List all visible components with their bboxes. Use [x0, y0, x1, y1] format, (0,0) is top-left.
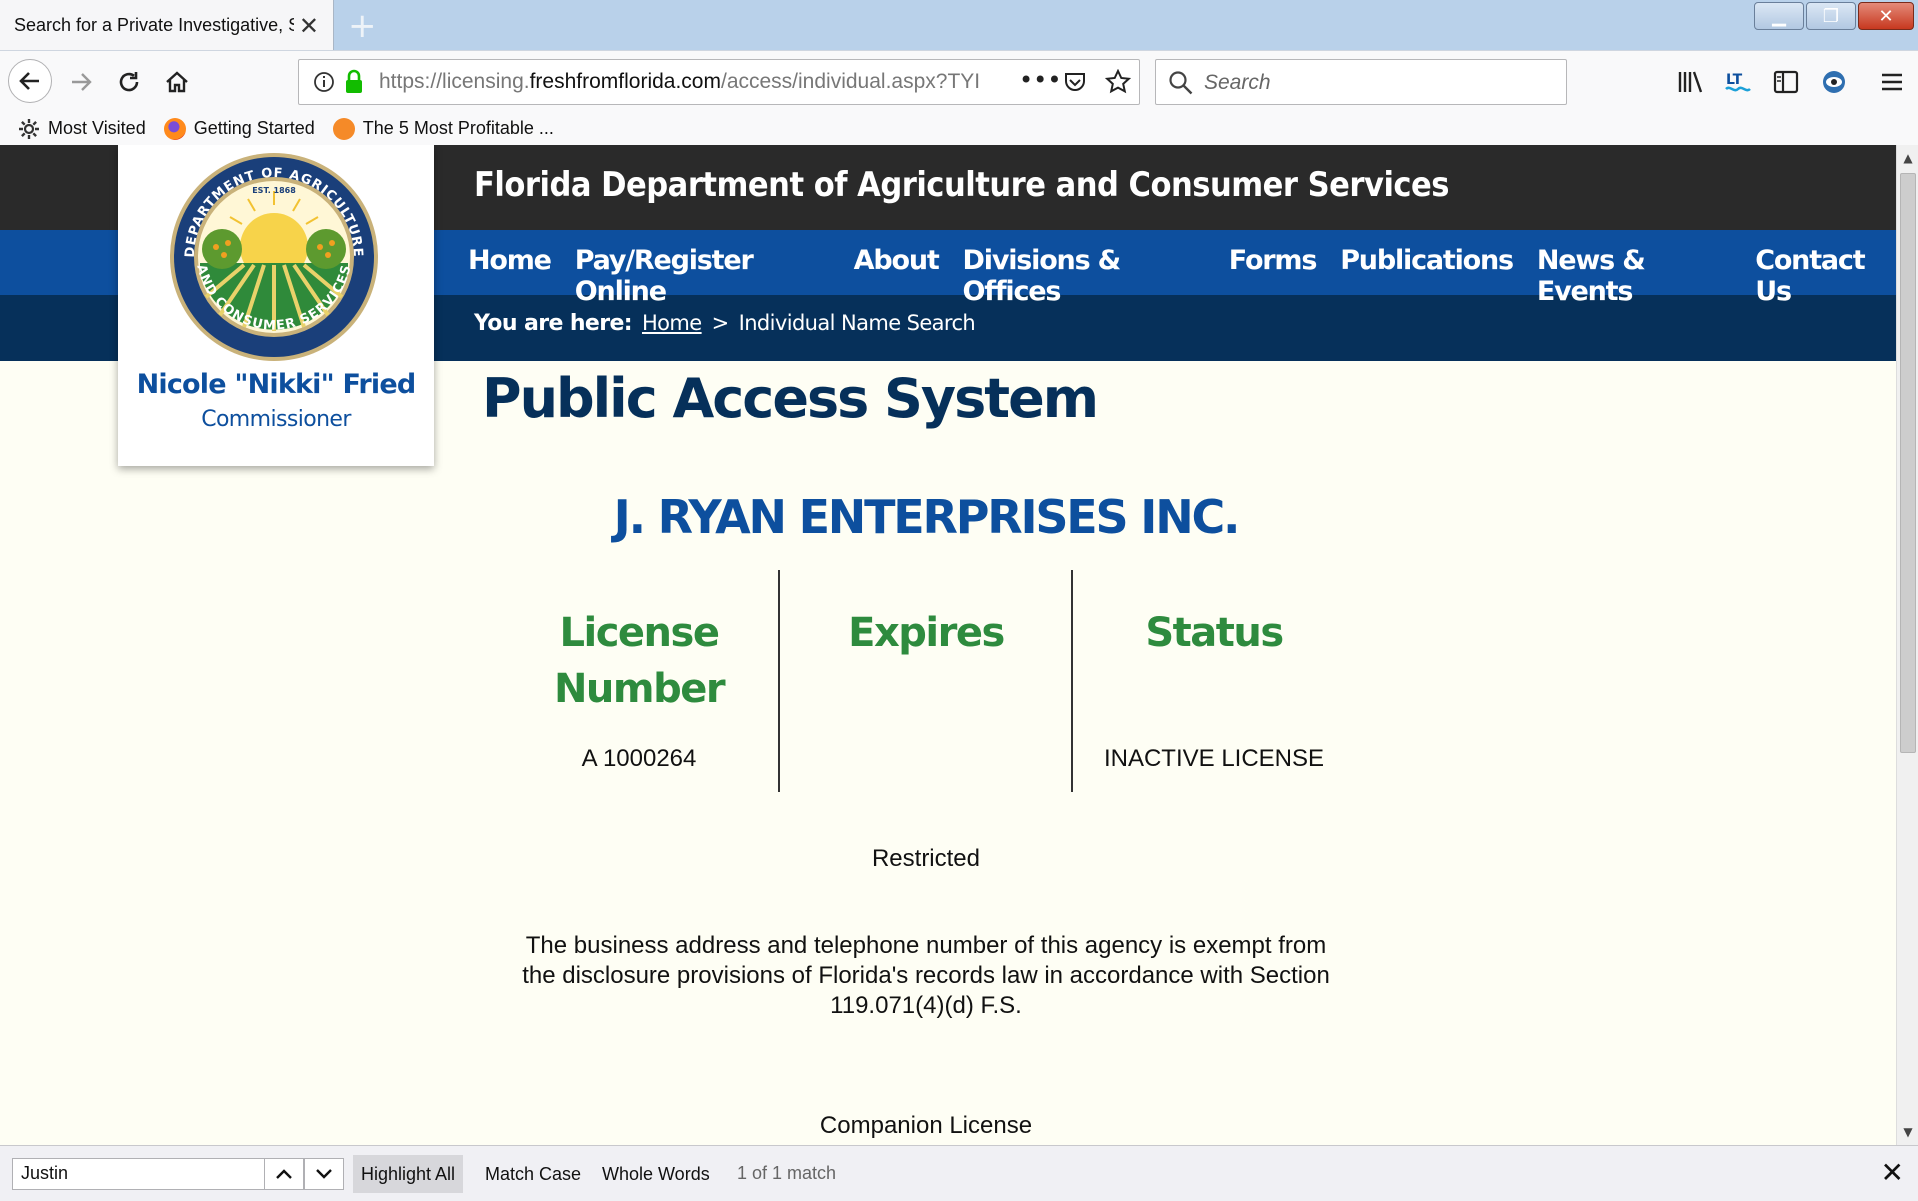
reload-icon: [119, 72, 139, 92]
restricted-text: Restricted: [871, 845, 981, 872]
vertical-scrollbar[interactable]: ▲ ▼: [1896, 145, 1918, 1145]
header-line: Number: [553, 666, 726, 712]
bookmark-label: The 5 Most Profitable ...: [362, 118, 554, 138]
search-bar[interactable]: Search: [1155, 59, 1567, 105]
search-placeholder: Search: [1204, 71, 1271, 94]
find-bar: Justin Highlight All Match Case Whole Wo…: [0, 1145, 1918, 1201]
menu-contact-us[interactable]: Contact Us: [1755, 245, 1896, 307]
menu-publications[interactable]: Publications: [1340, 245, 1514, 307]
bookmark-star-icon[interactable]: [1105, 69, 1131, 95]
scroll-down-icon[interactable]: ▼: [1897, 1125, 1918, 1139]
business-name: J. RYAN ENTERPRISES INC.: [613, 490, 1241, 544]
companion-license-heading: Companion License: [819, 1112, 1033, 1139]
bookmark-most-profitable[interactable]: The 5 Most Profitable ...: [332, 117, 554, 140]
firefox-icon: [163, 117, 186, 140]
web-page: Florida Department of Agriculture and Co…: [0, 145, 1896, 1145]
minimize-button[interactable]: ▁: [1754, 2, 1804, 30]
sidebar-icon[interactable]: [1768, 63, 1804, 101]
forward-button[interactable]: [64, 63, 98, 101]
back-button[interactable]: [8, 59, 52, 103]
menu-about[interactable]: About: [854, 245, 940, 307]
window-titlebar: Search for a Private Investigative, Se ✕…: [0, 0, 1918, 51]
svg-text:LT: LT: [1726, 72, 1743, 88]
navigation-toolbar: https://licensing.freshfromflorida.com/a…: [0, 50, 1918, 112]
home-icon: [166, 71, 188, 93]
column-divider: [778, 570, 780, 792]
url-text[interactable]: https://licensing.freshfromflorida.com/a…: [379, 70, 979, 94]
commissioner-card: DEPARTMENT OF AGRICULTURE AND CONSUMER S…: [118, 145, 434, 466]
breadcrumb: You are here: Home > Individual Name Sea…: [474, 311, 976, 336]
breadcrumb-current: Individual Name Search: [738, 311, 976, 335]
bookmark-label: Most Visited: [48, 118, 146, 138]
expires-header: Expires: [848, 610, 1005, 656]
url-domain: freshfromflorida.com: [529, 70, 721, 93]
license-number-value: A 1000264: [581, 745, 697, 772]
bookmarks-toolbar: Most Visited Getting Started The 5 Most …: [0, 112, 1918, 145]
find-input[interactable]: Justin: [12, 1158, 265, 1190]
scroll-up-icon[interactable]: ▲: [1897, 151, 1918, 165]
reload-button[interactable]: [112, 63, 146, 101]
breadcrumb-label: You are here:: [474, 311, 633, 336]
bookmark-getting-started[interactable]: Getting Started: [163, 117, 315, 140]
column-divider: [1071, 570, 1073, 792]
window-controls: ▁ ❐ ✕: [1754, 2, 1914, 30]
header-line: License: [559, 610, 720, 656]
commissioner-title: Commissioner: [201, 407, 351, 432]
browser-tab[interactable]: Search for a Private Investigative, Se ✕: [0, 0, 334, 51]
tab-title: Search for a Private Investigative, Se: [14, 15, 294, 35]
new-tab-button[interactable]: +: [348, 6, 377, 46]
close-tab-icon[interactable]: ✕: [299, 12, 319, 40]
close-window-button[interactable]: ✕: [1858, 2, 1914, 30]
breadcrumb-home-link[interactable]: Home: [642, 311, 702, 335]
gear-icon: [19, 118, 39, 139]
find-next-button[interactable]: [304, 1158, 344, 1190]
back-arrow-icon: [19, 72, 39, 90]
url-path: /access/individual.aspx?TYI: [720, 70, 979, 93]
info-icon[interactable]: [313, 71, 335, 93]
menu-forms[interactable]: Forms: [1229, 245, 1318, 307]
forward-arrow-icon: [72, 73, 92, 91]
page-actions-icon[interactable]: •••: [1019, 66, 1061, 94]
find-previous-button[interactable]: [264, 1158, 304, 1190]
page-title: Public Access System: [482, 367, 1099, 430]
menu-hamburger-icon[interactable]: [1874, 63, 1910, 101]
menu-news-events[interactable]: News & Events: [1537, 245, 1731, 307]
chevron-down-icon: [316, 1169, 332, 1179]
highlight-all-toggle[interactable]: Highlight All: [353, 1155, 464, 1193]
menu-pay-register[interactable]: Pay/Register Online: [575, 245, 830, 307]
pocket-icon[interactable]: [1063, 70, 1087, 94]
chevron-up-icon: [276, 1169, 292, 1179]
restore-button[interactable]: ❐: [1806, 2, 1856, 30]
department-seal-logo[interactable]: DEPARTMENT OF AGRICULTURE AND CONSUMER S…: [168, 151, 380, 363]
bookmark-most-visited[interactable]: Most Visited: [18, 118, 146, 140]
privacy-extension-icon[interactable]: [1816, 63, 1852, 101]
close-findbar-icon[interactable]: ✕: [1881, 1156, 1904, 1189]
bookmark-label: Getting Started: [193, 118, 315, 138]
find-match-status: 1 of 1 match: [737, 1163, 837, 1183]
exempt-notice: The business address and telephone numbe…: [522, 932, 1330, 1019]
breadcrumb-separator: >: [711, 311, 730, 335]
department-title[interactable]: Florida Department of Agriculture and Co…: [474, 165, 1450, 205]
translate-extension-icon[interactable]: LT: [1720, 63, 1756, 101]
menu-divisions[interactable]: Divisions & Offices: [963, 245, 1205, 307]
svg-text:EST. 1868: EST. 1868: [252, 186, 296, 195]
main-menu: Home Pay/Register Online About Divisions…: [468, 245, 1896, 307]
status-value: INACTIVE LICENSE: [1103, 745, 1325, 772]
match-case-toggle[interactable]: Match Case: [477, 1155, 589, 1193]
scrollbar-thumb[interactable]: [1900, 173, 1916, 753]
home-button[interactable]: [160, 63, 194, 101]
license-number-header: License Number: [539, 605, 739, 717]
search-icon: [1169, 71, 1193, 95]
url-prefix: https://licensing.: [379, 70, 530, 93]
library-icon[interactable]: [1672, 63, 1708, 101]
url-bar[interactable]: https://licensing.freshfromflorida.com/a…: [298, 59, 1140, 105]
status-header: Status: [1145, 610, 1284, 656]
chart-favicon-icon: [332, 117, 355, 140]
whole-words-toggle[interactable]: Whole Words: [594, 1155, 718, 1193]
commissioner-name: Nicole "Nikki" Fried: [136, 369, 417, 400]
secure-lock-icon[interactable]: [343, 69, 365, 95]
menu-home[interactable]: Home: [468, 245, 552, 307]
